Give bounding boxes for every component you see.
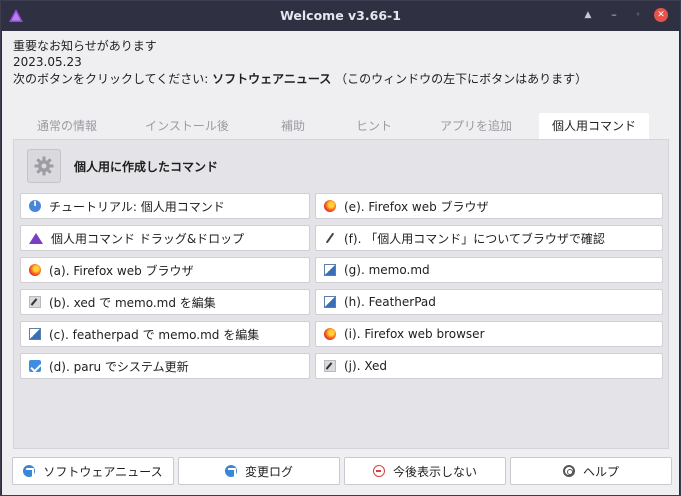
cmd-b-button[interactable]: (b). xed で memo.md を編集 xyxy=(20,289,310,315)
xed-icon xyxy=(324,360,336,372)
xed-icon xyxy=(29,296,41,308)
cmd-j-button[interactable]: (j). Xed xyxy=(315,353,663,379)
notice-instruction-suffix: （このウィンドウの左下にボタンはあります） xyxy=(331,72,588,86)
cmd-h-button[interactable]: (h). FeatherPad xyxy=(315,289,663,315)
window-content: 重要なお知らせがあります 2023.05.23 次のボタンをクリックしてください… xyxy=(2,31,679,495)
cmd-drag-drop-button[interactable]: 個人用コマンド ドラッグ&ドロップ xyxy=(20,225,310,251)
eos-triangle-icon xyxy=(29,232,43,244)
personal-commands-panel: 個人用に作成したコマンド チュートリアル: 個人用コマンド 個人用コマンド ドラ… xyxy=(13,139,669,449)
external-link-icon xyxy=(224,465,237,477)
cmd-a-button[interactable]: (a). Firefox web ブラウザ xyxy=(20,257,310,283)
cmd-d-button[interactable]: (d). paru でシステム更新 xyxy=(20,353,310,379)
tab-after-install[interactable]: インストール後 xyxy=(121,113,253,139)
settings-button[interactable] xyxy=(27,149,61,183)
notice-date: 2023.05.23 xyxy=(13,55,82,69)
cmd-tutorial-button[interactable]: チュートリアル: 個人用コマンド xyxy=(20,193,310,219)
keep-above-icon[interactable]: ▲ xyxy=(581,8,595,22)
software-news-label: ソフトウェアニュース xyxy=(43,464,163,479)
tab-assistant[interactable]: 補助 xyxy=(253,113,333,139)
help-button[interactable]: ヘルプ xyxy=(510,457,672,485)
tab-bar: 通常の情報 インストール後 補助 ヒント アプリを追加 個人用コマンド xyxy=(13,113,669,139)
featherpad-icon xyxy=(324,296,336,308)
cmd-label: (h). FeatherPad xyxy=(344,295,436,309)
tab-personal-commands[interactable]: 個人用コマンド xyxy=(539,113,649,139)
notice-heading: 重要なお知らせがあります xyxy=(13,39,157,53)
no-entry-icon xyxy=(372,465,385,477)
panel-title: 個人用に作成したコマンド xyxy=(74,160,219,174)
help-label: ヘルプ xyxy=(582,464,619,479)
cmd-i-button[interactable]: (i). Firefox web browser xyxy=(315,321,663,347)
tab-tips[interactable]: ヒント xyxy=(333,113,415,139)
changelog-label: 変更ログ xyxy=(244,464,293,479)
cmd-label: (f). 「個人用コマンド」についてブラウザで確認 xyxy=(344,231,605,246)
dont-show-again-label: 今後表示しない xyxy=(392,464,477,479)
firefox-icon xyxy=(324,328,336,340)
notice-instruction-prefix: 次のボタンをクリックしてください: xyxy=(13,72,213,86)
update-icon xyxy=(29,360,41,372)
maximize-icon[interactable]: ◦ xyxy=(631,8,645,22)
cmd-label: (c). featherpad で memo.md を編集 xyxy=(49,327,260,342)
cmd-label: (i). Firefox web browser xyxy=(344,327,485,341)
cmd-label: チュートリアル: 個人用コマンド xyxy=(49,199,225,214)
welcome-window: Welcome v3.66-1 ▲ – ◦ ✕ 重要なお知らせがあります 202… xyxy=(0,0,681,496)
cmd-label: (a). Firefox web ブラウザ xyxy=(49,263,194,278)
cmd-f-button[interactable]: (f). 「個人用コマンド」についてブラウザで確認 xyxy=(315,225,663,251)
cmd-c-button[interactable]: (c). featherpad で memo.md を編集 xyxy=(20,321,310,347)
close-icon[interactable]: ✕ xyxy=(654,8,668,22)
dont-show-again-button[interactable]: 今後表示しない xyxy=(344,457,506,485)
cmd-e-button[interactable]: (e). Firefox web ブラウザ xyxy=(315,193,663,219)
quill-icon xyxy=(324,232,336,244)
cmd-label: (d). paru でシステム更新 xyxy=(49,359,189,374)
window-title: Welcome v3.66-1 xyxy=(280,8,401,23)
tab-add-apps[interactable]: アプリを追加 xyxy=(415,113,537,139)
title-bar[interactable]: Welcome v3.66-1 ▲ – ◦ ✕ xyxy=(1,1,680,31)
minimize-icon[interactable]: – xyxy=(607,8,621,22)
tab-general-info[interactable]: 通常の情報 xyxy=(13,113,121,139)
firefox-icon xyxy=(29,264,41,276)
info-icon xyxy=(29,199,41,212)
software-news-button[interactable]: ソフトウェアニュース xyxy=(12,457,174,485)
featherpad-icon xyxy=(29,328,41,340)
cmd-label: (e). Firefox web ブラウザ xyxy=(344,199,489,214)
bottom-button-bar: ソフトウェアニュース 変更ログ 今後表示しない ヘルプ xyxy=(2,453,679,495)
cmd-label: (b). xed で memo.md を編集 xyxy=(49,295,216,310)
cmd-label: (j). Xed xyxy=(344,359,388,373)
cmd-label: 個人用コマンド ドラッグ&ドロップ xyxy=(51,231,245,246)
notice-instruction: 次のボタンをクリックしてください: ソフトウェアニュース （このウィンドウの左下… xyxy=(13,71,587,87)
featherpad-icon xyxy=(324,264,336,276)
changelog-button[interactable]: 変更ログ xyxy=(178,457,340,485)
external-link-icon xyxy=(23,465,36,477)
notice-instruction-bold: ソフトウェアニュース xyxy=(212,72,332,86)
gear-icon xyxy=(34,156,54,176)
lifebuoy-icon xyxy=(562,465,575,477)
cmd-g-button[interactable]: (g). memo.md xyxy=(315,257,663,283)
firefox-icon xyxy=(324,200,336,212)
cmd-label: (g). memo.md xyxy=(344,263,430,277)
